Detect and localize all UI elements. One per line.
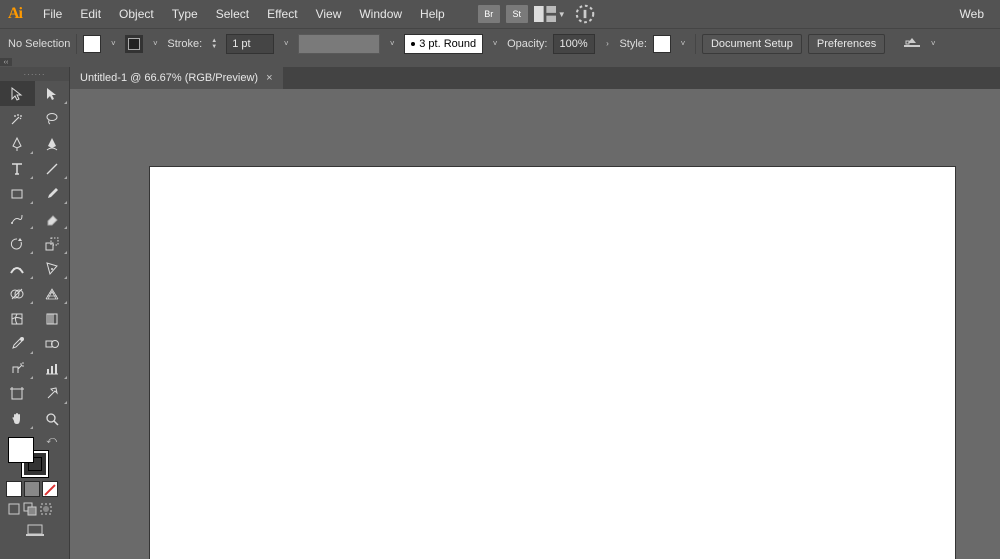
fill-swatch[interactable] bbox=[83, 35, 101, 53]
fill-stroke-control[interactable]: ⤺ bbox=[6, 435, 63, 479]
opacity-label: Opacity: bbox=[507, 38, 547, 50]
document-tab-title: Untitled-1 @ 66.67% (RGB/Preview) bbox=[80, 72, 258, 84]
pencil-tool[interactable] bbox=[0, 206, 35, 231]
swap-fill-stroke-icon[interactable]: ⤺ bbox=[46, 435, 57, 446]
color-mode-row bbox=[0, 479, 69, 499]
arrange-docs-icon[interactable] bbox=[534, 5, 556, 23]
selection-status: No Selection bbox=[8, 38, 70, 50]
document-setup-button[interactable]: Document Setup bbox=[702, 34, 802, 54]
curvature-tool[interactable] bbox=[35, 131, 70, 156]
brush-definition[interactable]: 3 pt. Round bbox=[404, 34, 483, 54]
gpu-preview-icon[interactable] bbox=[574, 5, 596, 23]
type-tool[interactable] bbox=[0, 156, 35, 181]
perspective-grid-tool[interactable] bbox=[35, 281, 70, 306]
gradient-tool[interactable] bbox=[35, 306, 70, 331]
rotate-tool[interactable] bbox=[0, 231, 35, 256]
app-logo-icon: Ai bbox=[8, 5, 22, 23]
blend-tool[interactable] bbox=[35, 331, 70, 356]
document-tab[interactable]: Untitled-1 @ 66.67% (RGB/Preview) × bbox=[70, 67, 283, 89]
pen-tool[interactable] bbox=[0, 131, 35, 156]
eraser-tool[interactable] bbox=[35, 206, 70, 231]
style-dropdown-icon[interactable]: ˅ bbox=[677, 35, 689, 53]
zoom-tool[interactable] bbox=[35, 406, 70, 431]
menu-select[interactable]: Select bbox=[207, 3, 258, 25]
stroke-swatch[interactable] bbox=[125, 35, 143, 53]
menu-view[interactable]: View bbox=[307, 3, 351, 25]
menu-bar: Ai File Edit Object Type Select Effect V… bbox=[0, 0, 1000, 28]
color-mode-gradient[interactable] bbox=[24, 481, 40, 497]
document-tab-bar: Untitled-1 @ 66.67% (RGB/Preview) × bbox=[70, 67, 1000, 89]
menu-object[interactable]: Object bbox=[110, 3, 163, 25]
stroke-weight-dropdown-icon[interactable]: ˅ bbox=[280, 35, 292, 53]
menu-file[interactable]: File bbox=[34, 3, 71, 25]
preferences-button[interactable]: Preferences bbox=[808, 34, 885, 54]
style-label: Style: bbox=[619, 38, 647, 50]
color-mode-none[interactable] bbox=[42, 481, 58, 497]
stroke-label: Stroke: bbox=[167, 38, 202, 50]
rectangle-tool[interactable] bbox=[0, 181, 35, 206]
workspace-switcher[interactable]: Web bbox=[952, 3, 992, 25]
slice-tool[interactable] bbox=[35, 381, 70, 406]
align-dropdown-icon[interactable]: ˅ bbox=[927, 35, 939, 53]
arrange-docs-dropdown-icon[interactable]: ▼ bbox=[556, 5, 568, 23]
variable-width-profile[interactable] bbox=[298, 34, 380, 54]
line-segment-tool[interactable] bbox=[35, 156, 70, 181]
free-transform-tool[interactable] bbox=[35, 256, 70, 281]
selection-tool[interactable] bbox=[0, 81, 35, 106]
screen-mode-button[interactable] bbox=[0, 519, 69, 541]
artboard[interactable] bbox=[150, 167, 955, 559]
menu-edit[interactable]: Edit bbox=[71, 3, 110, 25]
tools-panel: ······ ⤺ bbox=[0, 67, 70, 559]
magic-wand-tool[interactable] bbox=[0, 106, 35, 131]
draw-normal-icon[interactable] bbox=[6, 501, 22, 517]
draw-behind-icon[interactable] bbox=[22, 501, 38, 517]
stroke-dropdown-icon[interactable]: ˅ bbox=[149, 35, 161, 53]
draw-mode-row bbox=[0, 499, 69, 519]
artboard-tool[interactable] bbox=[0, 381, 35, 406]
canvas-area[interactable] bbox=[70, 89, 1000, 559]
control-bar: No Selection ˅ ˅ Stroke: ▲▼ 1 pt ˅ ˅ 3 p… bbox=[0, 28, 1000, 58]
stock-icon[interactable]: St bbox=[506, 5, 528, 23]
stroke-weight-field[interactable]: 1 pt bbox=[226, 34, 274, 54]
eyedropper-tool[interactable] bbox=[0, 331, 35, 356]
menu-effect[interactable]: Effect bbox=[258, 3, 306, 25]
divider bbox=[76, 34, 77, 54]
menu-type[interactable]: Type bbox=[163, 3, 207, 25]
brush-dot-icon bbox=[411, 42, 415, 46]
align-to-icon[interactable] bbox=[903, 34, 921, 53]
brush-name: 3 pt. Round bbox=[419, 38, 476, 50]
variable-width-dropdown-icon[interactable]: ˅ bbox=[386, 35, 398, 53]
opacity-field[interactable]: 100% bbox=[553, 34, 595, 54]
fill-color-swatch[interactable] bbox=[8, 437, 34, 463]
opacity-more-icon[interactable]: › bbox=[601, 35, 613, 53]
scale-tool[interactable] bbox=[35, 231, 70, 256]
direct-selection-tool[interactable] bbox=[35, 81, 70, 106]
hand-tool[interactable] bbox=[0, 406, 35, 431]
divider bbox=[695, 34, 696, 54]
close-tab-icon[interactable]: × bbox=[266, 72, 272, 84]
fill-dropdown-icon[interactable]: ˅ bbox=[107, 35, 119, 53]
panel-collapse-icon[interactable]: ‹‹ bbox=[0, 58, 12, 66]
width-tool[interactable] bbox=[0, 256, 35, 281]
color-mode-solid[interactable] bbox=[6, 481, 22, 497]
mesh-tool[interactable] bbox=[0, 306, 35, 331]
stroke-weight-spinner[interactable]: ▲▼ bbox=[208, 38, 220, 50]
menu-help[interactable]: Help bbox=[411, 3, 454, 25]
brush-dropdown-icon[interactable]: ˅ bbox=[489, 35, 501, 53]
tools-panel-grip[interactable]: ······ bbox=[0, 67, 69, 81]
bridge-icon[interactable]: Br bbox=[478, 5, 500, 23]
symbol-sprayer-tool[interactable] bbox=[0, 356, 35, 381]
column-graph-tool[interactable] bbox=[35, 356, 70, 381]
style-swatch[interactable] bbox=[653, 35, 671, 53]
lasso-tool[interactable] bbox=[35, 106, 70, 131]
paintbrush-tool[interactable] bbox=[35, 181, 70, 206]
shape-builder-tool[interactable] bbox=[0, 281, 35, 306]
menu-window[interactable]: Window bbox=[350, 3, 411, 25]
draw-inside-icon[interactable] bbox=[38, 501, 54, 517]
